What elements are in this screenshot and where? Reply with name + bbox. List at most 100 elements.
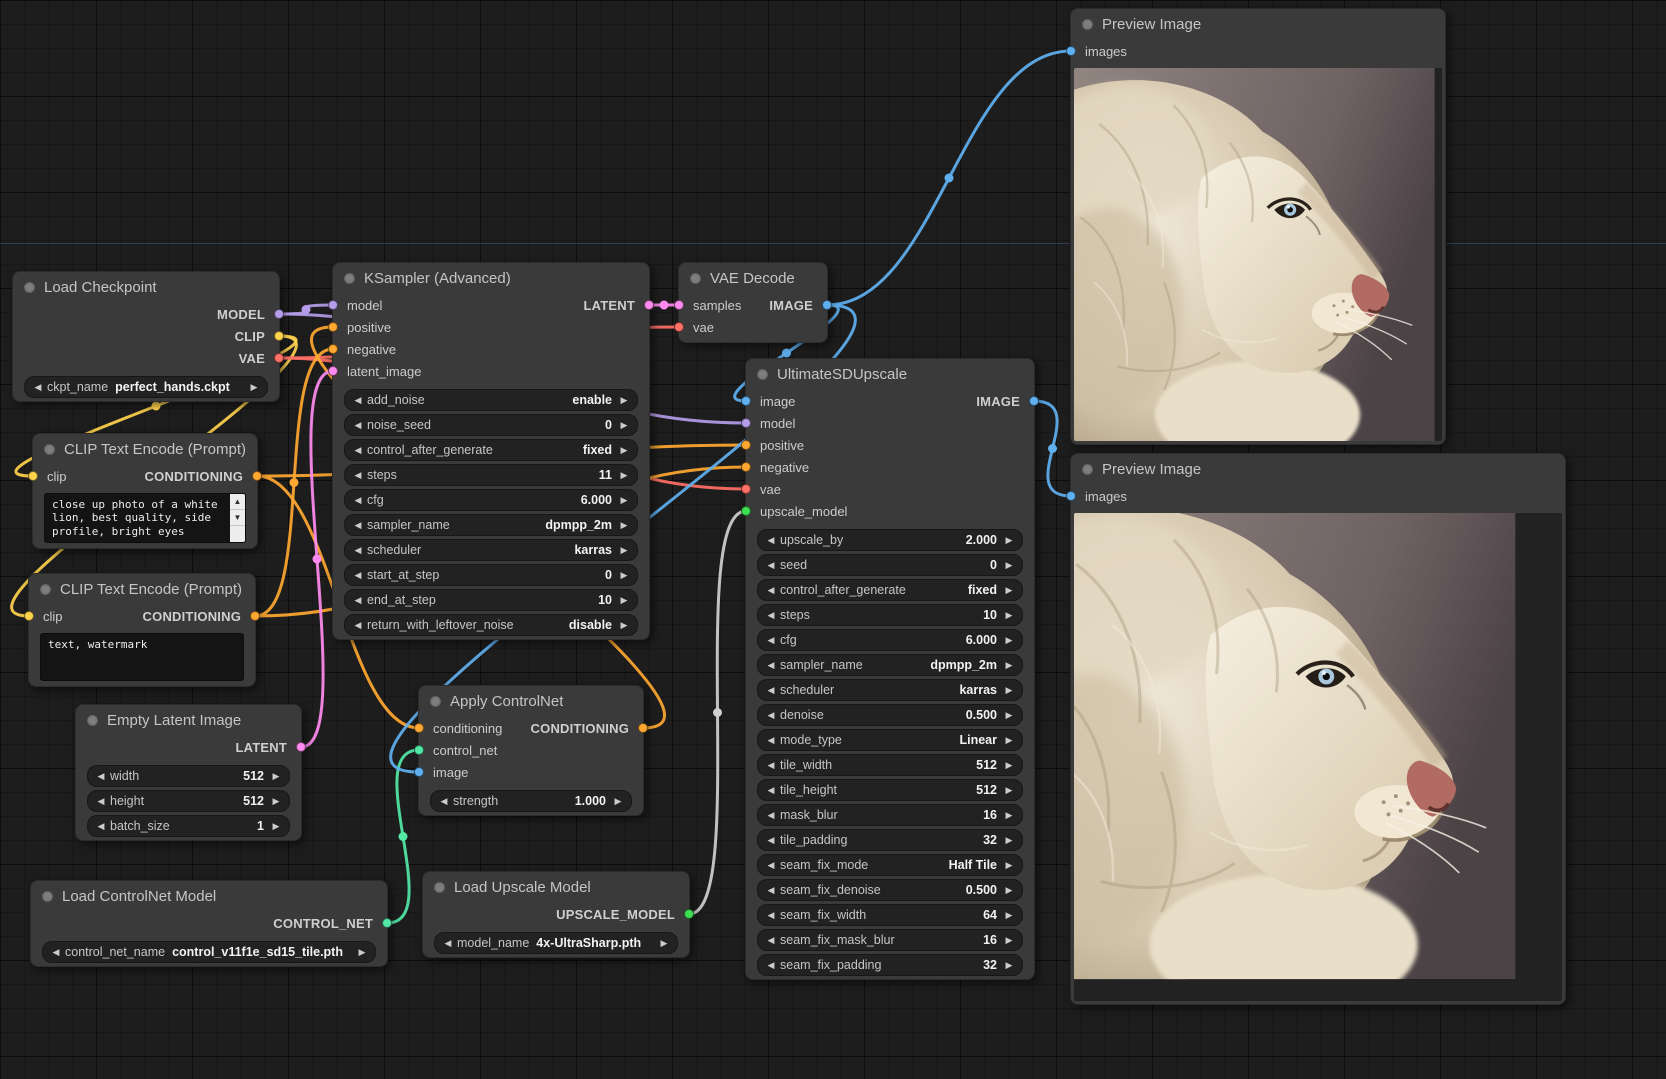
input-port-control_net-dot[interactable] (414, 745, 424, 755)
input-port-images-dot[interactable] (1066, 46, 1076, 56)
node-apply_controlnet[interactable]: Apply ControlNetconditioningCONDITIONING… (418, 685, 644, 816)
widget-model_name[interactable]: ◀model_name4x-UltraSharp.pth▶ (434, 932, 678, 954)
node-preview_2[interactable]: Preview Imageimages (1070, 453, 1566, 1005)
node-ultimate_upscale[interactable]: UltimateSDUpscaleimageIMAGEmodelpositive… (745, 358, 1035, 980)
widget-control_after_generate[interactable]: ◀control_after_generatefixed▶ (757, 579, 1023, 601)
increment-arrow-icon[interactable]: ▶ (617, 571, 631, 580)
widget-tile_width[interactable]: ◀tile_width512▶ (757, 754, 1023, 776)
increment-arrow-icon[interactable]: ▶ (269, 797, 283, 806)
prompt-textarea[interactable]: text, watermark (41, 634, 243, 680)
decrement-arrow-icon[interactable]: ◀ (764, 736, 778, 745)
scroll-down-icon[interactable]: ▼ (230, 510, 245, 526)
widget-seam_fix_padding[interactable]: ◀seam_fix_padding32▶ (757, 954, 1023, 976)
widget-tile_height[interactable]: ◀tile_height512▶ (757, 779, 1023, 801)
output-port-IMAGE-dot[interactable] (822, 300, 832, 310)
input-port-model-dot[interactable] (741, 418, 751, 428)
decrement-arrow-icon[interactable]: ◀ (351, 421, 365, 430)
decrement-arrow-icon[interactable]: ◀ (441, 939, 455, 948)
increment-arrow-icon[interactable]: ▶ (617, 496, 631, 505)
link-midpoint-dot[interactable] (313, 555, 322, 564)
prompt-textarea[interactable]: close up photo of a white lion, best qua… (45, 494, 230, 542)
decrement-arrow-icon[interactable]: ◀ (351, 546, 365, 555)
widget-tile_padding[interactable]: ◀tile_padding32▶ (757, 829, 1023, 851)
increment-arrow-icon[interactable]: ▶ (617, 446, 631, 455)
widget-cfg[interactable]: ◀cfg6.000▶ (757, 629, 1023, 651)
node-graph-canvas[interactable]: Load CheckpointMODELCLIPVAE◀ckpt_nameper… (0, 0, 1666, 1079)
decrement-arrow-icon[interactable]: ◀ (94, 822, 108, 831)
collapse-dot-icon[interactable] (42, 891, 53, 902)
node-load_controlnet[interactable]: Load ControlNet ModelCONTROL_NET◀control… (30, 880, 388, 967)
widget-height[interactable]: ◀height512▶ (87, 790, 290, 812)
widget-steps[interactable]: ◀steps10▶ (757, 604, 1023, 626)
increment-arrow-icon[interactable]: ▶ (1002, 936, 1016, 945)
output-port-LATENT-dot[interactable] (296, 742, 306, 752)
input-port-vae-dot[interactable] (741, 484, 751, 494)
increment-arrow-icon[interactable]: ▶ (1002, 561, 1016, 570)
decrement-arrow-icon[interactable]: ◀ (764, 611, 778, 620)
input-port-negative-dot[interactable] (328, 344, 338, 354)
decrement-arrow-icon[interactable]: ◀ (351, 496, 365, 505)
decrement-arrow-icon[interactable]: ◀ (351, 471, 365, 480)
link-midpoint-dot[interactable] (782, 349, 791, 358)
widget-seam_fix_mask_blur[interactable]: ◀seam_fix_mask_blur16▶ (757, 929, 1023, 951)
decrement-arrow-icon[interactable]: ◀ (764, 811, 778, 820)
scroll-up-icon[interactable]: ▲ (230, 494, 245, 510)
widget-control_net_name[interactable]: ◀control_net_namecontrol_v11f1e_sd15_til… (42, 941, 376, 963)
increment-arrow-icon[interactable]: ▶ (657, 939, 671, 948)
widget-start_at_step[interactable]: ◀start_at_step0▶ (344, 564, 638, 586)
increment-arrow-icon[interactable]: ▶ (1002, 686, 1016, 695)
link-midpoint-dot[interactable] (290, 478, 299, 487)
increment-arrow-icon[interactable]: ▶ (1002, 661, 1016, 670)
widget-mask_blur[interactable]: ◀mask_blur16▶ (757, 804, 1023, 826)
decrement-arrow-icon[interactable]: ◀ (764, 686, 778, 695)
increment-arrow-icon[interactable]: ▶ (1002, 786, 1016, 795)
increment-arrow-icon[interactable]: ▶ (617, 396, 631, 405)
link-midpoint-dot[interactable] (713, 708, 722, 717)
collapse-dot-icon[interactable] (344, 273, 355, 284)
decrement-arrow-icon[interactable]: ◀ (764, 536, 778, 545)
increment-arrow-icon[interactable]: ▶ (1002, 811, 1016, 820)
input-port-conditioning-dot[interactable] (414, 723, 424, 733)
increment-arrow-icon[interactable]: ▶ (617, 621, 631, 630)
increment-arrow-icon[interactable]: ▶ (1002, 536, 1016, 545)
node-load_upscale[interactable]: Load Upscale ModelUPSCALE_MODEL◀model_na… (422, 871, 690, 958)
link-midpoint-dot[interactable] (152, 402, 161, 411)
output-port-CONDITIONING-dot[interactable] (252, 471, 262, 481)
node-ksampler[interactable]: KSampler (Advanced)modelLATENTpositivene… (332, 262, 650, 640)
decrement-arrow-icon[interactable]: ◀ (764, 636, 778, 645)
increment-arrow-icon[interactable]: ▶ (1002, 586, 1016, 595)
widget-add_noise[interactable]: ◀add_noiseenable▶ (344, 389, 638, 411)
decrement-arrow-icon[interactable]: ◀ (764, 961, 778, 970)
input-port-clip-dot[interactable] (24, 611, 34, 621)
widget-seam_fix_denoise[interactable]: ◀seam_fix_denoise0.500▶ (757, 879, 1023, 901)
output-port-LATENT-dot[interactable] (644, 300, 654, 310)
widget-strength[interactable]: ◀strength1.000▶ (430, 790, 632, 812)
decrement-arrow-icon[interactable]: ◀ (764, 936, 778, 945)
decrement-arrow-icon[interactable]: ◀ (351, 446, 365, 455)
widget-sampler_name[interactable]: ◀sampler_namedpmpp_2m▶ (757, 654, 1023, 676)
widget-scheduler[interactable]: ◀schedulerkarras▶ (757, 679, 1023, 701)
output-port-MODEL-dot[interactable] (274, 309, 284, 319)
collapse-dot-icon[interactable] (430, 696, 441, 707)
widget-end_at_step[interactable]: ◀end_at_step10▶ (344, 589, 638, 611)
increment-arrow-icon[interactable]: ▶ (1002, 886, 1016, 895)
widget-noise_seed[interactable]: ◀noise_seed0▶ (344, 414, 638, 436)
link-midpoint-dot[interactable] (1048, 444, 1057, 453)
collapse-dot-icon[interactable] (87, 715, 98, 726)
decrement-arrow-icon[interactable]: ◀ (351, 621, 365, 630)
node-clip_neg[interactable]: CLIP Text Encode (Prompt)clipCONDITIONIN… (28, 573, 256, 687)
decrement-arrow-icon[interactable]: ◀ (351, 596, 365, 605)
increment-arrow-icon[interactable]: ▶ (1002, 736, 1016, 745)
collapse-dot-icon[interactable] (757, 369, 768, 380)
collapse-dot-icon[interactable] (40, 584, 51, 595)
increment-arrow-icon[interactable]: ▶ (1002, 961, 1016, 970)
increment-arrow-icon[interactable]: ▶ (269, 772, 283, 781)
decrement-arrow-icon[interactable]: ◀ (351, 396, 365, 405)
link-midpoint-dot[interactable] (302, 305, 311, 314)
input-port-clip-dot[interactable] (28, 471, 38, 481)
increment-arrow-icon[interactable]: ▶ (1002, 836, 1016, 845)
link-midpoint-dot[interactable] (399, 832, 408, 841)
increment-arrow-icon[interactable]: ▶ (247, 383, 261, 392)
decrement-arrow-icon[interactable]: ◀ (764, 911, 778, 920)
link-midpoint-dot[interactable] (660, 301, 669, 310)
